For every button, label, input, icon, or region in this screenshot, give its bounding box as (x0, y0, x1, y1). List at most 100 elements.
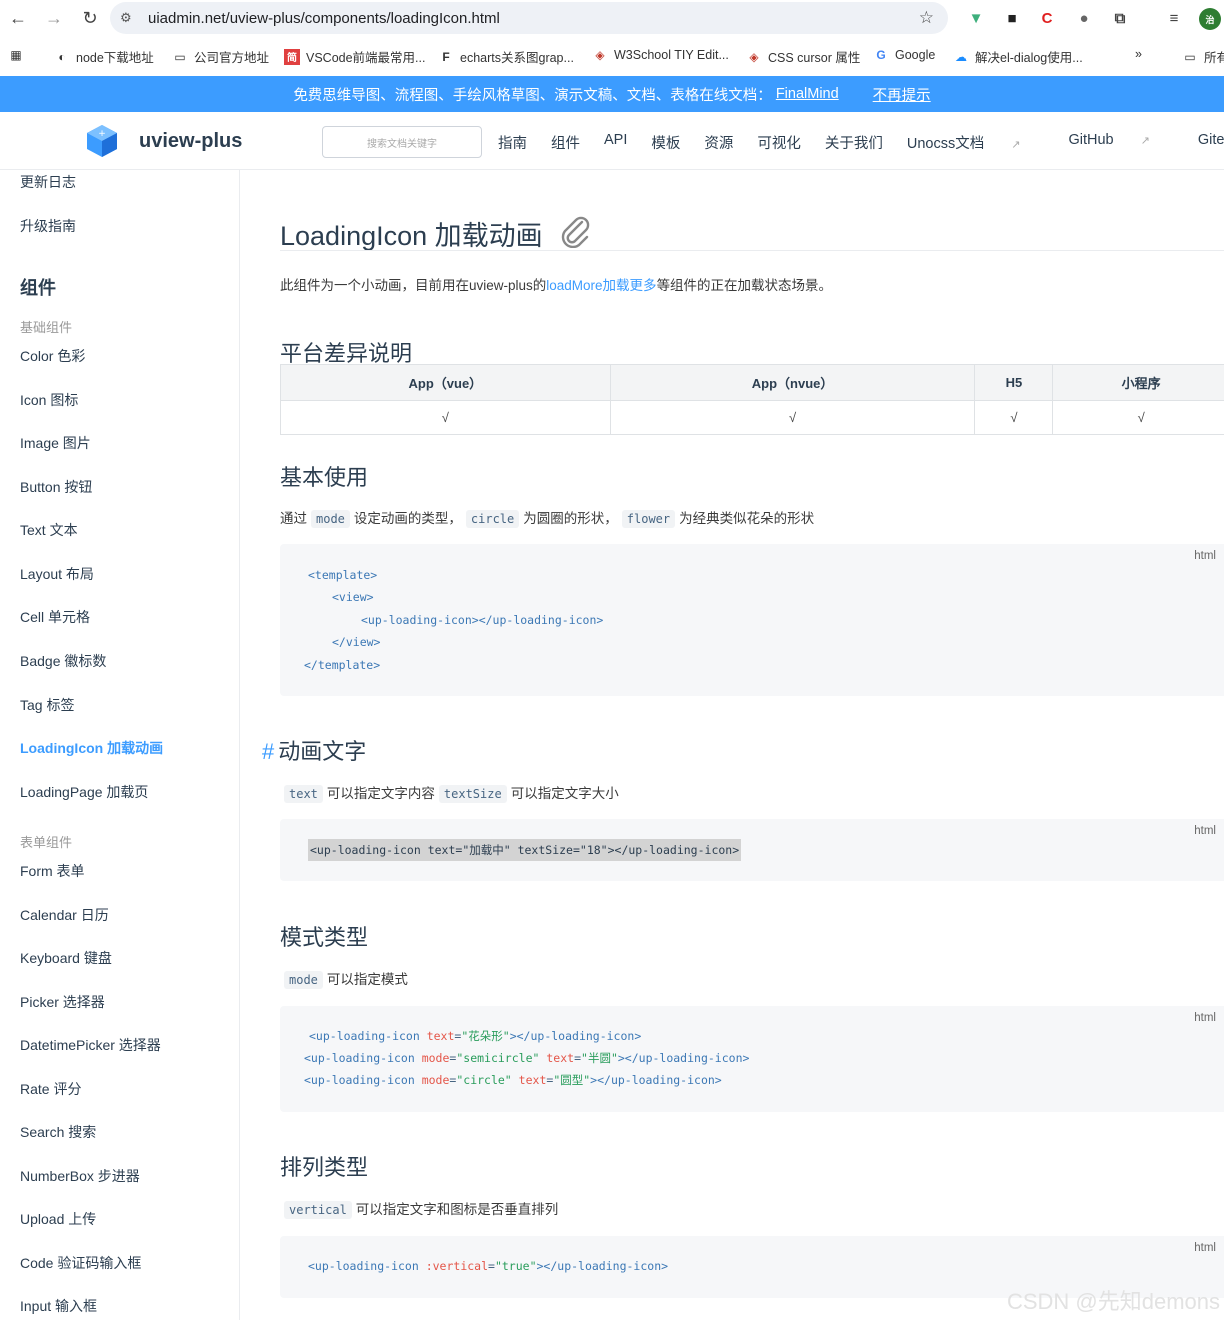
sidebar-item-cell[interactable]: Cell 单元格 (20, 607, 90, 627)
uview-logo-icon[interactable]: + (86, 124, 118, 158)
mode-paragraph: mode 可以指定模式 (280, 968, 408, 989)
notice-dismiss[interactable]: 不再提示 (873, 84, 931, 105)
brand-name[interactable]: uview-plus (139, 130, 242, 153)
csdn-watermark: CSDN @先知demons (1006, 1289, 1220, 1314)
code-block-basic[interactable]: html <template> <view> <up-loading-icon>… (280, 544, 1224, 696)
sidebar-item-picker[interactable]: Picker 选择器 (20, 992, 105, 1012)
sidebar-item-color[interactable]: Color 色彩 (20, 346, 85, 366)
sidebar-item-numberbox[interactable]: NumberBox 步进器 (20, 1166, 140, 1186)
notice-link[interactable]: FinalMind (776, 86, 839, 102)
user-extension-icon[interactable]: ● (1074, 8, 1094, 28)
nav-guide[interactable]: 指南 (498, 132, 527, 153)
sidebar-item-icon[interactable]: Icon 图标 (20, 390, 78, 410)
para-text: 设定动画的类型， (353, 511, 462, 526)
loadmore-link[interactable]: loadMore加载更多 (546, 278, 656, 293)
sidebar-item-image[interactable]: Image 图片 (20, 433, 91, 453)
sidebar-item-keyboard[interactable]: Keyboard 键盘 (20, 948, 112, 968)
bookmark-label: 所有 (1204, 51, 1224, 65)
para-text: 为经典类似花朵的形状 (679, 511, 815, 526)
w3school-icon: ◈ (595, 48, 605, 62)
nav-github[interactable]: GitHub ↗ (1068, 132, 1173, 153)
sidebar-item-form[interactable]: Form 表单 (20, 861, 85, 881)
bookmark-item[interactable]: ◐ node下载地址 (54, 47, 153, 66)
sidebar-item-loadingpage[interactable]: LoadingPage 加载页 (20, 782, 148, 802)
nav-templates[interactable]: 模板 (651, 132, 680, 153)
code-string: "圆型" (553, 1073, 591, 1087)
nav-unocss[interactable]: Unocss文档 ↗ (907, 132, 1045, 153)
paperclip-icon[interactable] (558, 214, 592, 248)
code-line-selected: <up-loading-icon text="加载中" textSize="18… (308, 839, 742, 861)
sidebar-item-badge[interactable]: Badge 徽标数 (20, 651, 106, 671)
intro-paragraph: 此组件为一个小动画，目前用在uview-plus的loadMore加载更多等组件… (280, 274, 832, 294)
sidebar-item-input[interactable]: Input 输入框 (20, 1296, 97, 1316)
google-icon: G (876, 48, 886, 62)
sidebar-item-search[interactable]: Search 搜索 (20, 1122, 96, 1142)
bookmark-label: echarts关系图grap... (460, 51, 574, 65)
nav-about[interactable]: 关于我们 (825, 132, 883, 153)
apps-grid-icon[interactable]: ▦ (8, 47, 30, 63)
sidebar-item-rate[interactable]: Rate 评分 (20, 1079, 81, 1099)
code-block-text[interactable]: html <up-loading-icon text="加载中" textSiz… (280, 819, 1224, 881)
bookmark-item[interactable]: ◈ W3School TIY Edit... (592, 47, 729, 63)
cloud-icon: ☁ (955, 49, 967, 64)
sidebar-item-upload[interactable]: Upload 上传 (20, 1209, 96, 1229)
code-block-mode[interactable]: html <up-loading-icon text="花朵形"></up-lo… (280, 1006, 1224, 1112)
inline-code: vertical (284, 1201, 352, 1219)
inline-code: mode (284, 971, 323, 989)
bookmark-item[interactable]: ◈ CSS cursor 属性 (746, 47, 860, 66)
nav-api[interactable]: API (604, 132, 627, 153)
sidebar-item-tag[interactable]: Tag 标签 (20, 695, 74, 715)
sidebar-item-datetimepicker[interactable]: DatetimePicker 选择器 (20, 1035, 161, 1055)
sidebar-section-title[interactable]: 组件 (20, 274, 56, 300)
nav-visualization[interactable]: 可视化 (757, 132, 801, 153)
bookmark-label: Google (895, 48, 936, 62)
bookmark-item[interactable]: ▭ 公司官方地址 (172, 47, 269, 66)
code-attr: mode (421, 1051, 450, 1065)
site-info-icon[interactable]: ⚙ (120, 10, 140, 26)
extensions-puzzle-icon[interactable]: ⧉ (1110, 8, 1130, 28)
sidebar-item-calendar[interactable]: Calendar 日历 (20, 905, 109, 925)
anchor-hash-link[interactable]: # (262, 739, 274, 764)
sidebar-item-text[interactable]: Text 文本 (20, 520, 78, 540)
sidebar-item-button[interactable]: Button 按钮 (20, 477, 92, 497)
reading-list-icon[interactable]: ≡ (1164, 8, 1184, 28)
code-tag: <up-loading-icon (304, 1051, 422, 1065)
forward-icon[interactable]: → (36, 0, 72, 36)
bookmark-item[interactable]: ☁ 解决el-dialog使用... (953, 47, 1083, 66)
sidebar-item-layout[interactable]: Layout 布局 (20, 564, 94, 584)
extension-icon[interactable]: ■ (1002, 8, 1022, 28)
arrange-heading: 排列类型 (280, 1155, 369, 1180)
code-line: <up-loading-icon :vertical="true"></up-l… (308, 1259, 669, 1273)
bookmark-item[interactable]: ▭ 所有 (1182, 47, 1224, 66)
bookmark-item[interactable]: G Google (873, 47, 935, 63)
para-text: 可以指定文字和图标是否垂直排列 (355, 1202, 559, 1217)
svg-text:+: + (98, 129, 106, 139)
sidebar-item-code[interactable]: Code 验证码输入框 (20, 1253, 141, 1273)
address-bar[interactable]: ⚙ uiadmin.net/uview-plus/components/load… (110, 2, 948, 34)
nav-resources[interactable]: 资源 (704, 132, 733, 153)
bookmarks-more[interactable]: » (1135, 47, 1142, 61)
para-text: 可以指定文字大小 (510, 786, 619, 801)
sidebar-item-changelog[interactable]: 更新日志 (20, 172, 76, 192)
nav-github-label: GitHub (1068, 132, 1114, 148)
search-input[interactable]: 搜索文档关键字 (322, 126, 482, 158)
sidebar-item-upgrade[interactable]: 升级指南 (20, 216, 76, 236)
code-tag: ></up-loading-icon> (536, 1259, 669, 1273)
sidebar-item-loadingicon[interactable]: LoadingIcon 加载动画 (20, 738, 163, 758)
code-lang-label: html (1194, 825, 1216, 837)
bookmark-star-icon[interactable]: ☆ (919, 8, 934, 28)
bookmark-item[interactable]: 简 VSCode前端最常用... (284, 47, 425, 66)
reload-icon[interactable]: ↻ (72, 0, 108, 36)
external-link-icon: ↗ (1140, 135, 1150, 147)
browser-toolbar: ← → ↻ ⚙ uiadmin.net/uview-plus/component… (0, 0, 1224, 36)
inline-code: circle (465, 510, 520, 528)
bookmark-item[interactable]: Fecharts关系图grap... (438, 47, 574, 66)
code-lang-label: html (1194, 1012, 1216, 1024)
vue-devtools-icon[interactable]: ▼ (966, 8, 986, 28)
csdn-extension-icon[interactable]: C (1037, 8, 1057, 28)
nav-components[interactable]: 组件 (551, 132, 580, 153)
profile-avatar[interactable]: 治 (1199, 8, 1221, 30)
nav-gitee[interactable]: Gitee↗ (1198, 132, 1224, 153)
folder-icon: ▭ (1184, 49, 1196, 64)
back-icon[interactable]: ← (0, 0, 36, 36)
